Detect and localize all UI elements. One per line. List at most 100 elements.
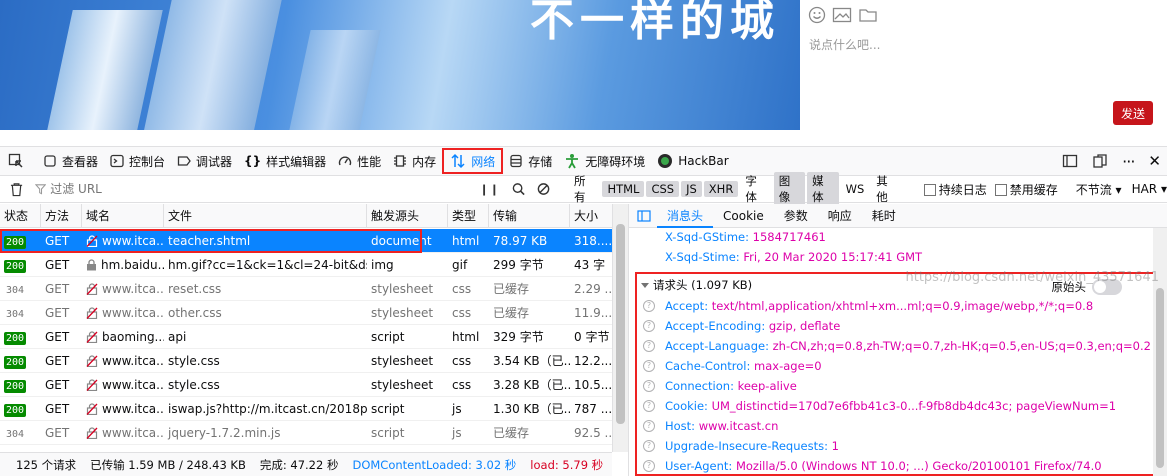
tab-performance[interactable]: 性能 (332, 147, 387, 175)
throttle-select[interactable]: 不节流 ▾ (1076, 181, 1122, 198)
tab-headers[interactable]: 消息头 (657, 204, 714, 228)
emoji-icon[interactable] (808, 6, 826, 24)
responsive-design-icon[interactable] (1062, 153, 1078, 169)
help-icon[interactable]: ? (643, 420, 655, 432)
table-row[interactable]: 304 GET www.itca... other.css stylesheet css 已… (0, 301, 612, 325)
column-transferred[interactable]: 传输 (489, 204, 570, 228)
table-row[interactable]: 304 GET www.itca... reset.css stylesheet css 已… (0, 277, 612, 301)
pause-icon[interactable]: ❙❙ (479, 183, 499, 196)
cause-cell: script (371, 426, 405, 440)
detail-scrollbar[interactable] (1153, 228, 1167, 476)
filter-fonts[interactable]: 字体 (740, 172, 771, 206)
more-options-icon[interactable]: ··· (1122, 152, 1135, 171)
filter-other[interactable]: 其他 (871, 172, 902, 206)
header-value: keep-alive (737, 379, 797, 393)
table-row[interactable]: 200 GET www.itca... teacher.shtml document ht… (0, 229, 612, 253)
filter-xhr[interactable]: XHR (703, 181, 739, 197)
request-header-row[interactable]: ? Accept-Encoding: gzip, deflate (637, 316, 1158, 336)
image-icon[interactable] (832, 6, 852, 24)
table-row[interactable]: 200 GET www.itca... style.css stylesheet css 3… (0, 349, 612, 373)
disable-cache-checkbox[interactable]: 禁用缓存 (994, 181, 1058, 198)
table-row[interactable]: 304 GET www.itca... jquery-1.7.2.min.js scri… (0, 421, 612, 445)
insecure-lock-icon (86, 403, 98, 416)
help-icon[interactable]: ? (643, 300, 655, 312)
tab-label: 网络 (471, 154, 496, 169)
method-cell: GET (45, 402, 70, 416)
filter-media[interactable]: 媒体 (807, 172, 839, 206)
filter-url-input[interactable] (50, 178, 442, 200)
column-method[interactable]: 方法 (41, 204, 82, 228)
filter-ws[interactable]: WS (841, 181, 870, 197)
help-icon[interactable]: ? (643, 400, 655, 412)
filter-html[interactable]: HTML (602, 181, 645, 197)
tab-inspector[interactable]: 查看器 (37, 147, 104, 175)
tab-memory[interactable]: 内存 (387, 147, 442, 175)
column-size[interactable]: 大小 (570, 204, 612, 228)
block-icon[interactable] (537, 182, 550, 196)
tab-console[interactable]: 控制台 (104, 147, 171, 175)
dock-icon[interactable] (1092, 153, 1108, 169)
filter-css[interactable]: CSS (646, 181, 680, 197)
tab-response[interactable]: 响应 (818, 204, 862, 228)
response-header-row[interactable]: X-Sqd-Stime: Fri, 20 Mar 2020 15:17:41 G… (665, 250, 922, 264)
table-row[interactable]: 200 GET www.itca... iswap.js?http://m.itcas… (0, 397, 612, 421)
har-menu[interactable]: HAR ▾ (1132, 182, 1167, 196)
request-header-row[interactable]: ? Accept-Language: zh-CN,zh;q=0.8,zh-TW;q… (637, 336, 1158, 356)
column-status[interactable]: 状态 (0, 204, 41, 228)
help-icon[interactable]: ? (643, 360, 655, 372)
send-button[interactable]: 发送 (1113, 101, 1153, 125)
persist-log-checkbox[interactable]: 持续日志 (923, 181, 987, 198)
comment-placeholder[interactable]: 说点什么吧... (809, 36, 880, 53)
filter-js[interactable]: JS (681, 181, 702, 197)
header-value: 1584717461 (752, 230, 826, 244)
table-row[interactable]: 200 GET baoming.... api script html 329 字节 0 字节 (0, 325, 612, 349)
summary-load: load: 5.79 秒 (530, 457, 604, 472)
tab-accessibility[interactable]: 无障碍环境 (558, 147, 651, 175)
request-header-row[interactable]: ? User-Agent: Mozilla/5.0 (Windows NT 10.… (637, 456, 1158, 476)
tab-hackbar[interactable]: HackBar (651, 147, 734, 175)
request-header-row[interactable]: ? Cookie: UM_distinctid=170d7e6fbb41c3-0.… (637, 396, 1158, 416)
help-icon[interactable]: ? (643, 320, 655, 332)
summary-requests: 125 个请求 (16, 457, 77, 472)
tab-params[interactable]: 参数 (774, 204, 818, 228)
help-icon[interactable]: ? (643, 380, 655, 392)
tab-style-editor[interactable]: {} 样式编辑器 (238, 147, 332, 175)
sidebar-toggle-icon[interactable] (637, 209, 651, 222)
transferred-cell: 3.28 KB（已... (493, 378, 570, 392)
help-icon[interactable]: ? (643, 340, 655, 352)
column-domain[interactable]: 域名 (82, 204, 164, 228)
tab-timings[interactable]: 耗时 (862, 204, 906, 228)
trash-icon[interactable] (10, 182, 23, 197)
search-icon[interactable] (512, 182, 525, 196)
filter-images[interactable]: 图像 (773, 172, 806, 206)
help-icon[interactable]: ? (643, 440, 655, 452)
table-row[interactable]: 200 GET hm.baidu... hm.gif?cc=1&ck=1&cl=24-… (0, 253, 612, 277)
style-editor-icon: {} (244, 154, 262, 168)
help-icon[interactable]: ? (643, 460, 655, 472)
tab-network[interactable]: 网络 (442, 148, 504, 174)
request-header-row[interactable]: ? Accept: text/html,application/xhtml+xm.… (637, 296, 1158, 316)
tab-cookies[interactable]: Cookie (713, 204, 774, 228)
table-row[interactable]: 200 GET www.itca... style.css stylesheet css 3… (0, 373, 612, 397)
status-badge: 304 (6, 429, 25, 440)
column-cause[interactable]: 触发源头 (367, 204, 448, 228)
column-type[interactable]: 类型 (448, 204, 489, 228)
lock-icon (87, 259, 96, 271)
close-icon[interactable]: ✕ (1148, 152, 1161, 170)
insecure-lock-icon (86, 307, 98, 320)
filter-all[interactable]: 所有 (569, 172, 600, 206)
request-header-row[interactable]: ? Upgrade-Insecure-Requests: 1 (637, 436, 1158, 456)
web-page-area: 不一样的城 说点什么吧... 发送 (0, 0, 1167, 130)
request-header-row[interactable]: ? Cache-Control: max-age=0 (637, 356, 1158, 376)
folder-icon[interactable] (858, 6, 878, 24)
element-picker-button[interactable] (0, 147, 37, 175)
column-file[interactable]: 文件 (164, 204, 367, 228)
request-header-row[interactable]: ? Host: www.itcast.cn (637, 416, 1158, 436)
domain-cell: www.itca... (102, 306, 164, 320)
request-header-row[interactable]: ? Connection: keep-alive (637, 376, 1158, 396)
tab-storage[interactable]: 存储 (503, 147, 558, 175)
request-list-scrollbar[interactable] (612, 204, 628, 452)
tab-label: 内存 (412, 154, 437, 169)
tab-debugger[interactable]: 调试器 (171, 147, 238, 175)
response-header-row[interactable]: X-Sqd-GStime: 1584717461 (665, 230, 826, 244)
